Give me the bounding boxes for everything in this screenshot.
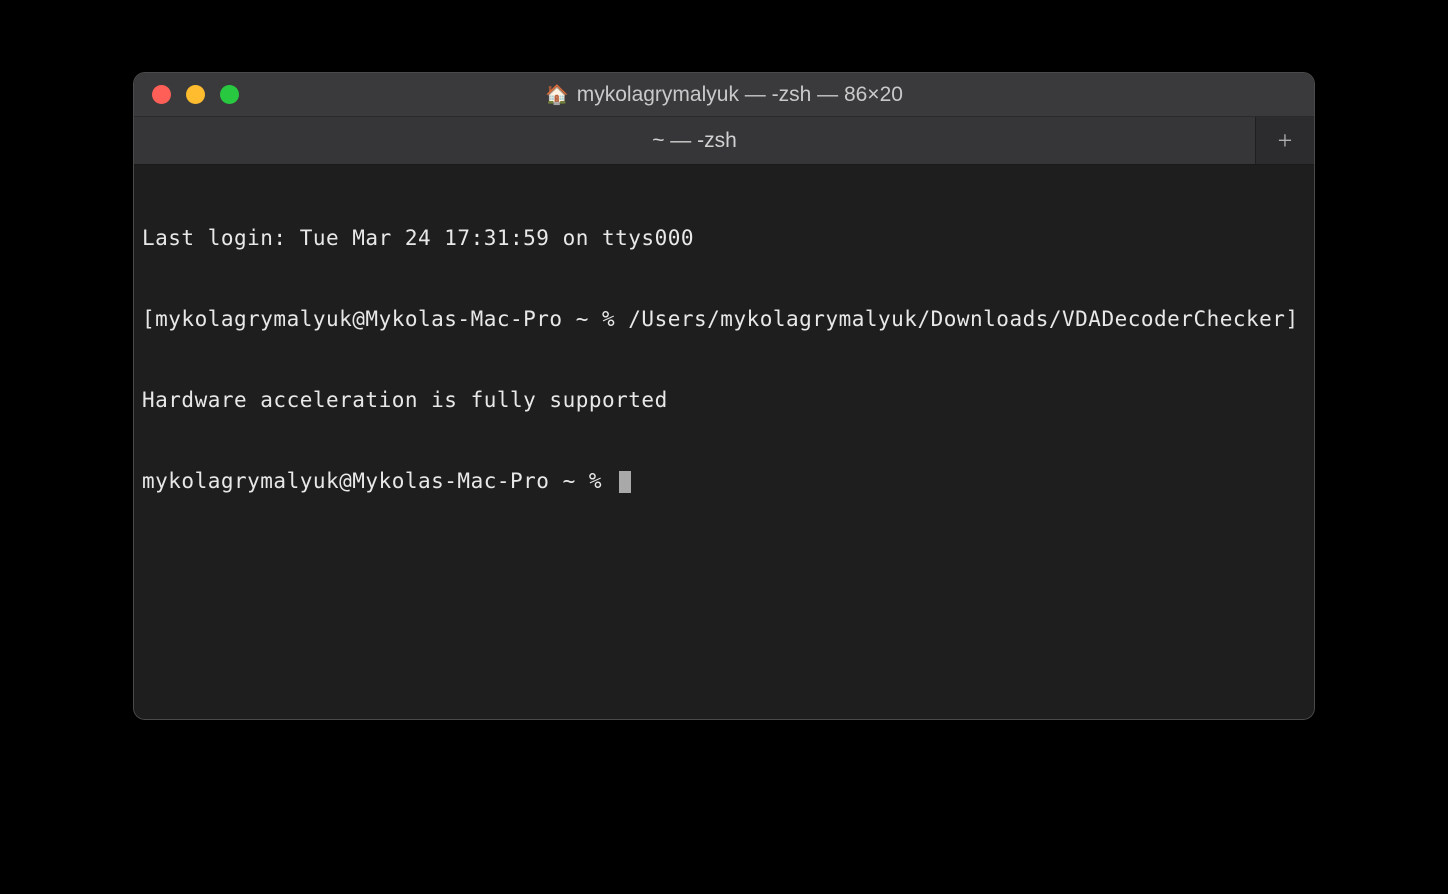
close-button[interactable] [152,85,171,104]
plus-icon: + [1278,126,1293,156]
terminal-line-output: Hardware acceleration is fully supported [142,387,1306,414]
traffic-lights [134,85,239,104]
tab-label: ~ — -zsh [652,129,737,153]
window-title: 🏠 mykolagrymalyuk — -zsh — 86×20 [134,83,1314,107]
tab-active[interactable]: ~ — -zsh [134,117,1256,164]
title-bar[interactable]: 🏠 mykolagrymalyuk — -zsh — 86×20 [134,73,1314,117]
terminal-line-login: Last login: Tue Mar 24 17:31:59 on ttys0… [142,225,1306,252]
terminal-body[interactable]: Last login: Tue Mar 24 17:31:59 on ttys0… [134,165,1314,719]
window-title-text: mykolagrymalyuk — -zsh — 86×20 [577,83,903,107]
cursor-icon [619,471,631,493]
maximize-button[interactable] [220,85,239,104]
new-tab-button[interactable]: + [1256,117,1314,164]
home-icon: 🏠 [545,83,569,107]
minimize-button[interactable] [186,85,205,104]
terminal-line-command: [mykolagrymalyuk@Mykolas-Mac-Pro ~ % /Us… [142,306,1306,333]
terminal-window: 🏠 mykolagrymalyuk — -zsh — 86×20 ~ — -zs… [133,72,1315,720]
tab-bar: ~ — -zsh + [134,117,1314,165]
terminal-prompt: mykolagrymalyuk@Mykolas-Mac-Pro ~ % [142,468,615,495]
terminal-prompt-line: mykolagrymalyuk@Mykolas-Mac-Pro ~ % [142,468,1306,495]
